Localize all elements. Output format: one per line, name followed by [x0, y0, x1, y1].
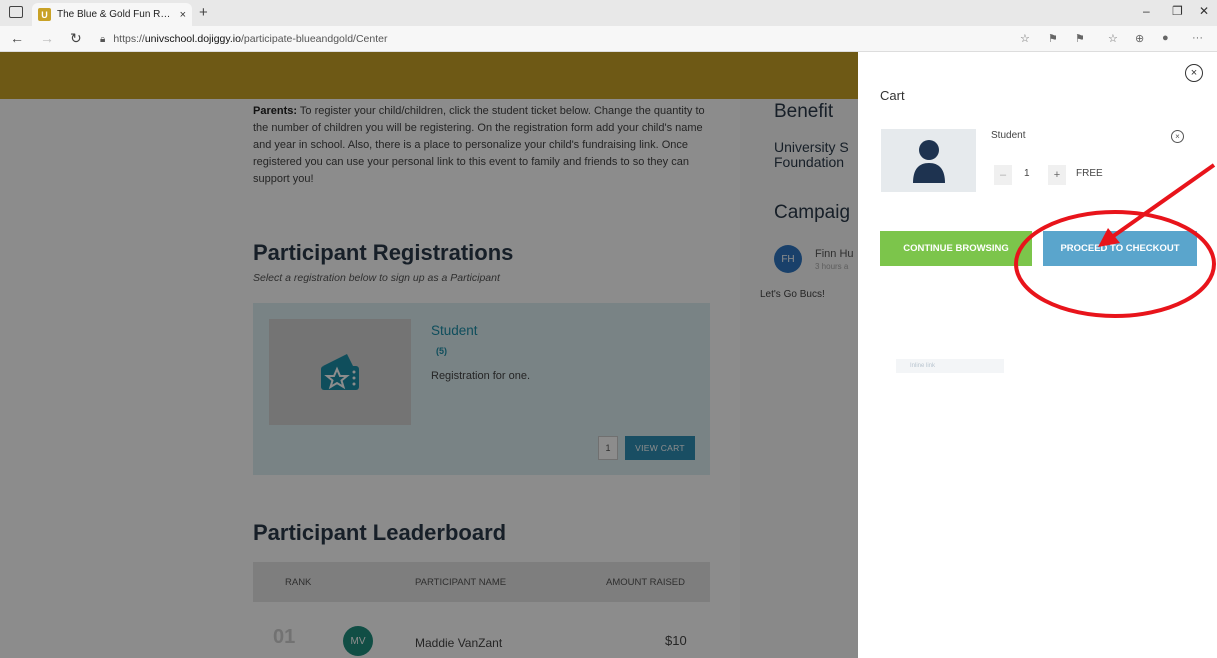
inline-link[interactable]: Inline link — [896, 359, 1004, 373]
cart-item-name: Student — [991, 130, 1026, 141]
quantity-increase-button[interactable]: + — [1048, 165, 1066, 185]
url-field[interactable]: 🔒︎ https://univschool.dojiggy.io/partici… — [100, 30, 990, 48]
tab-title: The Blue & Gold Fun Run | Dojig — [57, 9, 176, 20]
flag-icon[interactable]: ⚑ — [1048, 32, 1058, 45]
forward-icon[interactable]: → — [40, 30, 54, 46]
remove-item-icon[interactable]: × — [1171, 130, 1184, 143]
url-prefix: https:// — [113, 33, 145, 45]
refresh-icon[interactable]: ↻ — [70, 30, 82, 47]
site-favicon-icon: U — [38, 8, 51, 21]
url-host: univschool.dojiggy.io — [144, 33, 241, 45]
cart-title: Cart — [880, 88, 905, 103]
continue-browsing-button[interactable]: CONTINUE BROWSING — [880, 231, 1032, 266]
restore-icon[interactable]: ❐ — [1172, 4, 1183, 18]
cart-close-icon[interactable]: × — [1185, 64, 1203, 82]
favorite-star-icon[interactable]: ☆ — [1020, 32, 1030, 45]
person-icon — [912, 139, 945, 183]
collections-icon[interactable]: ⊕ — [1135, 32, 1144, 45]
cart-panel: × Cart Student × – 1 + FREE CONTINUE BRO… — [858, 52, 1217, 658]
lock-icon: 🔒︎ — [100, 33, 106, 45]
more-menu-icon[interactable]: ··· — [1192, 32, 1203, 44]
url-path: /participate-blueandgold/Center — [240, 33, 388, 45]
browser-tab[interactable]: U The Blue & Gold Fun Run | Dojig × — [32, 3, 192, 26]
flag-icon-2[interactable]: ⚑ — [1075, 32, 1085, 45]
back-icon[interactable]: ← — [10, 30, 24, 46]
cart-item-price: FREE — [1076, 168, 1103, 179]
proceed-to-checkout-button[interactable]: PROCEED TO CHECKOUT — [1043, 231, 1197, 266]
cart-item-quantity[interactable]: 1 — [1024, 168, 1030, 179]
tab-bar: U The Blue & Gold Fun Run | Dojig × + – … — [0, 0, 1217, 26]
quantity-decrease-button[interactable]: – — [994, 165, 1012, 185]
tab-close-icon[interactable]: × — [180, 9, 186, 21]
favorites-icon[interactable]: ☆ — [1108, 32, 1118, 45]
window-close-icon[interactable]: ✕ — [1199, 4, 1209, 18]
new-tab-button[interactable]: + — [199, 4, 208, 21]
minimize-icon[interactable]: – — [1143, 4, 1150, 18]
cart-item-image — [881, 129, 976, 192]
web-page: Parents: To register your child/children… — [0, 52, 1217, 658]
sidebar-toggle-icon[interactable] — [9, 6, 23, 18]
address-bar: ← → ↻ 🔒︎ https://univschool.dojiggy.io/p… — [0, 26, 1217, 52]
modal-backdrop[interactable] — [0, 52, 858, 658]
profile-icon[interactable]: ● — [1162, 32, 1169, 44]
